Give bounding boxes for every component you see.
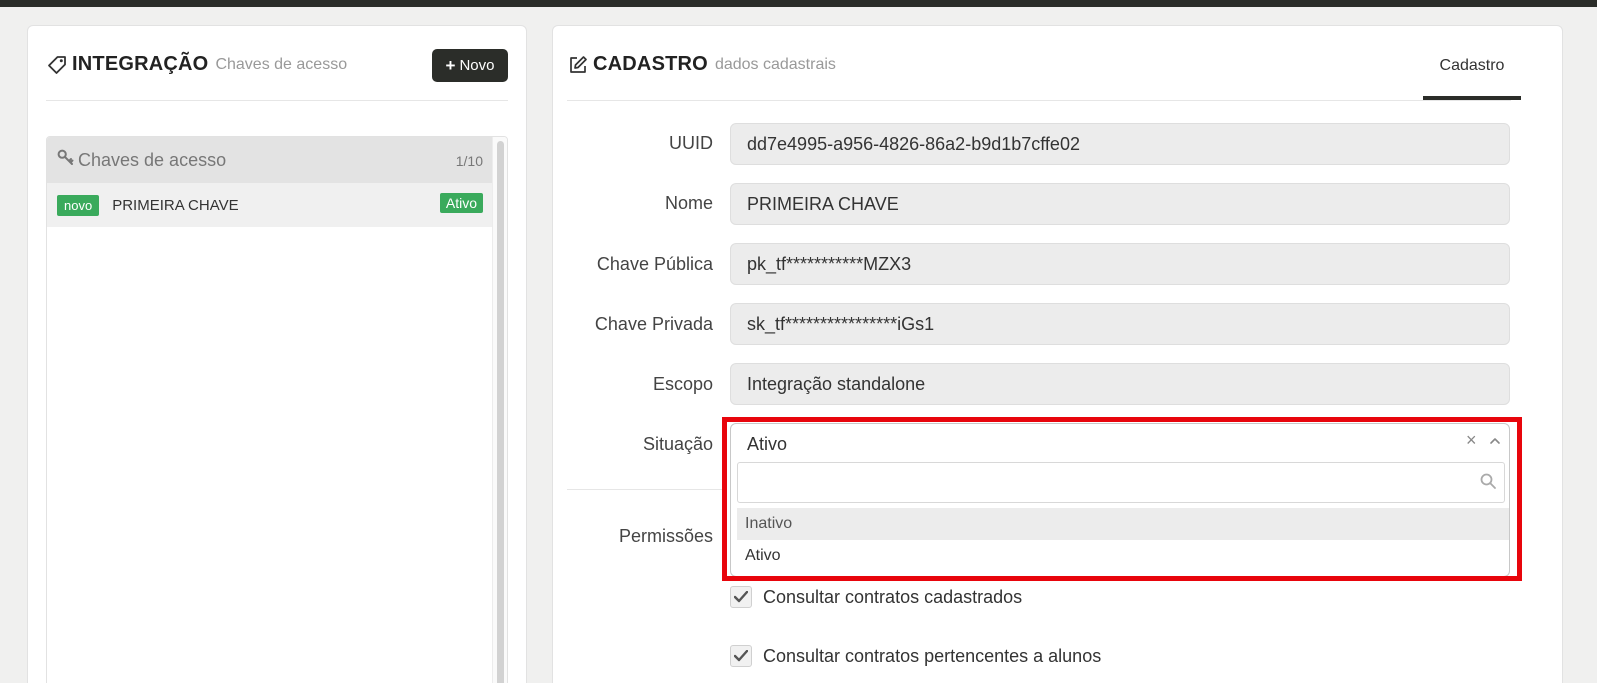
access-keys-list-header: Chaves de acesso 1/10: [47, 137, 493, 183]
chevron-up-icon[interactable]: [1488, 434, 1502, 448]
access-keys-list-title: Chaves de acesso: [78, 149, 227, 170]
public-key-field[interactable]: pk_tf***********MZX3: [730, 243, 1510, 285]
public-key-label: Chave Pública: [596, 254, 713, 274]
edit-icon: [567, 54, 589, 76]
new-badge: novo: [57, 194, 100, 216]
status-badge: Ativo: [439, 193, 483, 213]
integracao-divider: [46, 100, 508, 101]
integracao-header: INTEGRAÇÃO Chaves de acesso: [46, 53, 347, 76]
uuid-field[interactable]: dd7e4995-a956-4826-86a2-b9d1b7cffe02: [730, 123, 1510, 165]
status-option-ativo[interactable]: Ativo: [737, 540, 1509, 572]
permissions-label: Permissões: [618, 526, 713, 546]
plus-icon: +: [445, 56, 456, 75]
list-scrollbar-thumb[interactable]: [497, 141, 504, 683]
nome-label: Nome: [664, 193, 713, 213]
status-label: Situação: [642, 434, 713, 454]
tag-icon: [46, 54, 68, 76]
permission-label: Consultar contratos pertencentes a aluno…: [763, 646, 1102, 666]
permission-label: Consultar contratos cadastrados: [763, 587, 1023, 607]
close-icon[interactable]: ×: [1466, 430, 1477, 451]
status-select-value: Ativo: [747, 434, 788, 454]
list-scrollbar[interactable]: [492, 137, 507, 683]
integracao-title: INTEGRAÇÃO: [72, 53, 209, 75]
cadastro-panel: CADASTRO dados cadastrais Cadastro UUID …: [552, 25, 1563, 683]
check-icon: [734, 650, 748, 662]
access-keys-list: Chaves de acesso 1/10 novo PRIMEIRA CHAV…: [46, 136, 508, 683]
cadastro-title: CADASTRO: [593, 53, 708, 75]
tab-cadastro[interactable]: Cadastro: [1423, 53, 1521, 100]
scope-label: Escopo: [652, 374, 713, 394]
private-key-field[interactable]: sk_tf****************iGs1: [730, 303, 1510, 345]
check-icon: [734, 591, 748, 603]
list-item[interactable]: novo PRIMEIRA CHAVE Ativo: [47, 183, 493, 227]
permission-checkbox[interactable]: [730, 645, 752, 667]
status-select[interactable]: Ativo × Inativo Ativo: [730, 423, 1510, 577]
new-key-button[interactable]: + Novo: [432, 49, 508, 82]
access-keys-count: 1/10: [455, 153, 483, 169]
nome-field[interactable]: PRIMEIRA CHAVE: [730, 183, 1510, 225]
status-option-inativo[interactable]: Inativo: [737, 508, 1509, 540]
top-bar: [0, 0, 1597, 7]
permission-checkbox[interactable]: [730, 586, 752, 608]
status-search-input[interactable]: [737, 462, 1505, 503]
new-key-button-label: Novo: [459, 57, 495, 74]
cadastro-subtitle: dados cadastrais: [714, 55, 836, 73]
cadastro-divider: [567, 100, 1511, 101]
cadastro-header: CADASTRO dados cadastrais: [567, 53, 836, 76]
form-divider: [567, 489, 727, 490]
list-item-label: PRIMEIRA CHAVE: [112, 196, 239, 214]
key-icon: [57, 149, 74, 171]
scope-field[interactable]: Integração standalone: [730, 363, 1510, 405]
private-key-label: Chave Privada: [594, 314, 713, 334]
search-icon: [1480, 473, 1496, 489]
integracao-subtitle: Chaves de acesso: [215, 55, 348, 73]
integracao-panel: INTEGRAÇÃO Chaves de acesso + Novo Chave…: [27, 25, 527, 683]
uuid-label: UUID: [669, 133, 713, 153]
